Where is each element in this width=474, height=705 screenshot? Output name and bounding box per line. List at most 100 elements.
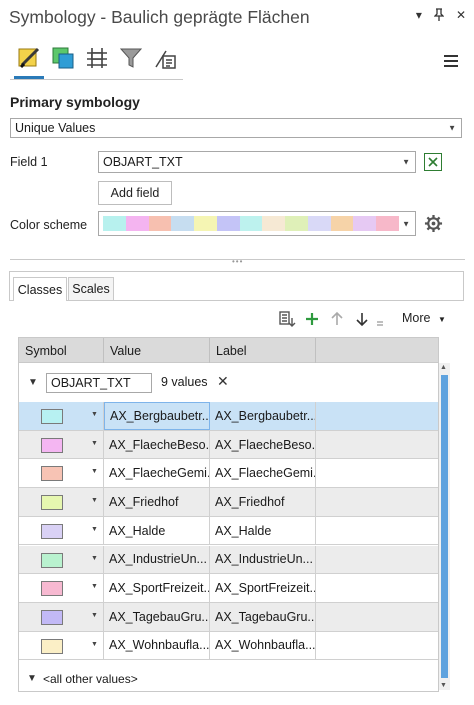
label-cell[interactable]: AX_Bergbaubetr... xyxy=(210,402,316,430)
symbology-method-dropdown[interactable]: Unique Values ▼ xyxy=(10,118,462,138)
symbol-cell[interactable]: ▼ xyxy=(19,488,104,516)
add-field-button[interactable]: Add field xyxy=(98,181,172,205)
color-scheme-swatch xyxy=(125,216,149,231)
symbol-swatch[interactable] xyxy=(41,523,63,539)
add-icon[interactable] xyxy=(304,309,320,329)
symbol-swatch[interactable] xyxy=(41,609,63,625)
symbol-swatch[interactable] xyxy=(41,638,63,654)
gear-icon[interactable] xyxy=(424,214,443,238)
move-up-icon[interactable] xyxy=(330,309,344,329)
symbol-swatch[interactable] xyxy=(41,409,63,424)
field1-dropdown[interactable]: OBJART_TXT ▼ xyxy=(98,151,416,173)
panel-splitter[interactable]: ••• xyxy=(10,255,465,266)
label-cell[interactable]: AX_Friedhof xyxy=(210,488,316,516)
label-column-header[interactable]: Label xyxy=(210,338,316,363)
value-group-header: ▼ OBJART_TXT 9 values ✕ xyxy=(19,364,438,402)
menu-icon[interactable] xyxy=(444,55,458,70)
value-cell[interactable]: AX_FlaecheBeso... xyxy=(104,430,210,459)
all-other-values-row[interactable]: ▼ <all other values> xyxy=(19,667,438,691)
symbol-layers-tab-icon[interactable] xyxy=(82,42,112,74)
value-cell[interactable]: AX_Bergbaubetr... xyxy=(104,402,210,430)
class-row[interactable]: ▼ AX_IndustrieUn... AX_IndustrieUn... xyxy=(19,545,438,575)
value-cell[interactable]: AX_Friedhof xyxy=(104,488,210,516)
value-cell[interactable]: AX_TagebauGru... xyxy=(104,602,210,631)
symbol-cell[interactable]: ▼ xyxy=(19,631,104,660)
symbol-cell[interactable]: ▼ xyxy=(19,574,104,602)
more-menu-button[interactable]: More ▼ xyxy=(402,311,446,325)
class-row[interactable]: ▼ AX_SportFreizeit... AX_SportFreizeit... xyxy=(19,574,438,603)
scroll-down-icon[interactable]: ▼ xyxy=(440,682,447,689)
symbol-cell[interactable]: ▼ xyxy=(19,402,104,430)
symbol-dropdown-icon[interactable]: ▼ xyxy=(91,555,98,562)
value-cell[interactable]: AX_IndustrieUn... xyxy=(104,545,210,574)
label-cell[interactable]: AX_IndustrieUn... xyxy=(210,545,316,574)
label-cell[interactable]: AX_Halde xyxy=(210,516,316,545)
filter-tab-icon[interactable] xyxy=(116,42,146,74)
color-scheme-swatch xyxy=(239,216,263,231)
symbol-dropdown-icon[interactable]: ▼ xyxy=(91,468,98,475)
vary-symbology-tab-icon[interactable] xyxy=(48,42,78,74)
symbol-swatch[interactable] xyxy=(41,581,63,597)
scroll-up-icon[interactable]: ▲ xyxy=(440,364,447,371)
symbology-tool-tabs xyxy=(10,42,185,82)
symbol-cell[interactable]: ▼ xyxy=(19,516,104,545)
symbol-cell[interactable]: ▼ xyxy=(19,545,104,574)
collapse-chevron-icon[interactable]: ▼ xyxy=(28,377,38,388)
scrollbar-thumb[interactable] xyxy=(441,375,448,678)
group-field-input[interactable]: OBJART_TXT xyxy=(46,373,152,393)
symbol-swatch[interactable] xyxy=(41,437,63,453)
value-cell[interactable]: AX_Wohnbaufla... xyxy=(104,631,210,660)
class-row[interactable]: ▼ AX_Bergbaubetr... AX_Bergbaubetr... xyxy=(19,402,438,431)
symbol-column-header[interactable]: Symbol xyxy=(19,338,104,363)
symbol-dropdown-icon[interactable]: ▼ xyxy=(91,526,98,533)
value-cell[interactable]: AX_FlaecheGemi... xyxy=(104,459,210,488)
symbol-cell[interactable]: ▼ xyxy=(19,430,104,459)
color-scheme-swatch xyxy=(285,216,308,231)
chevron-down-icon: ▼ xyxy=(448,123,456,133)
class-row[interactable]: ▼ AX_FlaecheBeso... AX_FlaecheBeso... xyxy=(19,430,438,460)
grid-scrollbar[interactable]: ▲ ▼ xyxy=(439,363,450,690)
pane-title-bar: Symbology - Baulich geprägte Flächen ▾ ✕ xyxy=(0,0,474,36)
pane-options-chevron-icon[interactable]: ▾ xyxy=(416,8,422,24)
symbol-dropdown-icon[interactable]: ▼ xyxy=(91,641,98,648)
label-cell[interactable]: AX_SportFreizeit... xyxy=(210,574,316,602)
symbol-cell[interactable]: ▼ xyxy=(19,602,104,631)
label-cell[interactable]: AX_FlaecheBeso... xyxy=(210,430,316,459)
symbol-dropdown-icon[interactable]: ▼ xyxy=(91,583,98,590)
remove-group-icon[interactable]: ✕ xyxy=(217,373,229,390)
move-down-icon[interactable] xyxy=(355,309,369,329)
label-tab-icon[interactable] xyxy=(150,42,180,74)
symbol-dropdown-icon[interactable]: ▼ xyxy=(91,612,98,619)
symbol-swatch[interactable] xyxy=(41,495,63,511)
color-scheme-dropdown[interactable]: ▼ xyxy=(98,211,416,236)
expand-chevron-icon[interactable]: ▼ xyxy=(27,673,37,684)
symbol-dropdown-icon[interactable]: ▼ xyxy=(91,497,98,504)
tab-classes[interactable]: Classes xyxy=(13,277,67,301)
value-cell[interactable]: AX_Halde xyxy=(104,516,210,545)
sql-expression-icon[interactable] xyxy=(424,153,442,171)
tab-separator xyxy=(10,79,183,80)
close-icon[interactable]: ✕ xyxy=(456,8,466,24)
label-cell[interactable]: AX_Wohnbaufla... xyxy=(210,631,316,660)
symbol-swatch[interactable] xyxy=(41,552,63,568)
label-cell[interactable]: AX_TagebauGru... xyxy=(210,602,316,631)
chevron-down-icon: ▼ xyxy=(402,219,410,228)
symbol-dropdown-icon[interactable]: ▼ xyxy=(91,411,98,418)
class-row[interactable]: ▼ AX_Halde AX_Halde xyxy=(19,516,438,546)
symbol-swatch[interactable] xyxy=(41,466,63,482)
value-cell[interactable]: AX_SportFreizeit... xyxy=(104,574,210,602)
class-row[interactable]: ▼ AX_FlaecheGemi... AX_FlaecheGemi... xyxy=(19,459,438,489)
tab-scales[interactable]: Scales xyxy=(68,277,114,300)
class-row[interactable]: ▼ AX_Friedhof AX_Friedhof xyxy=(19,488,438,517)
color-scheme-swatch xyxy=(103,216,126,231)
symbol-dropdown-icon[interactable]: ▼ xyxy=(91,440,98,447)
add-values-icon[interactable] xyxy=(278,309,296,329)
sort-icon[interactable] xyxy=(374,309,386,329)
label-cell[interactable]: AX_FlaecheGemi... xyxy=(210,459,316,488)
class-row[interactable]: ▼ AX_Wohnbaufla... AX_Wohnbaufla... xyxy=(19,631,438,661)
value-column-header[interactable]: Value xyxy=(104,338,210,363)
symbol-cell[interactable]: ▼ xyxy=(19,459,104,488)
class-row[interactable]: ▼ AX_TagebauGru... AX_TagebauGru... xyxy=(19,602,438,632)
pin-icon[interactable] xyxy=(433,8,445,24)
primary-symbology-tab-icon[interactable] xyxy=(14,42,44,74)
